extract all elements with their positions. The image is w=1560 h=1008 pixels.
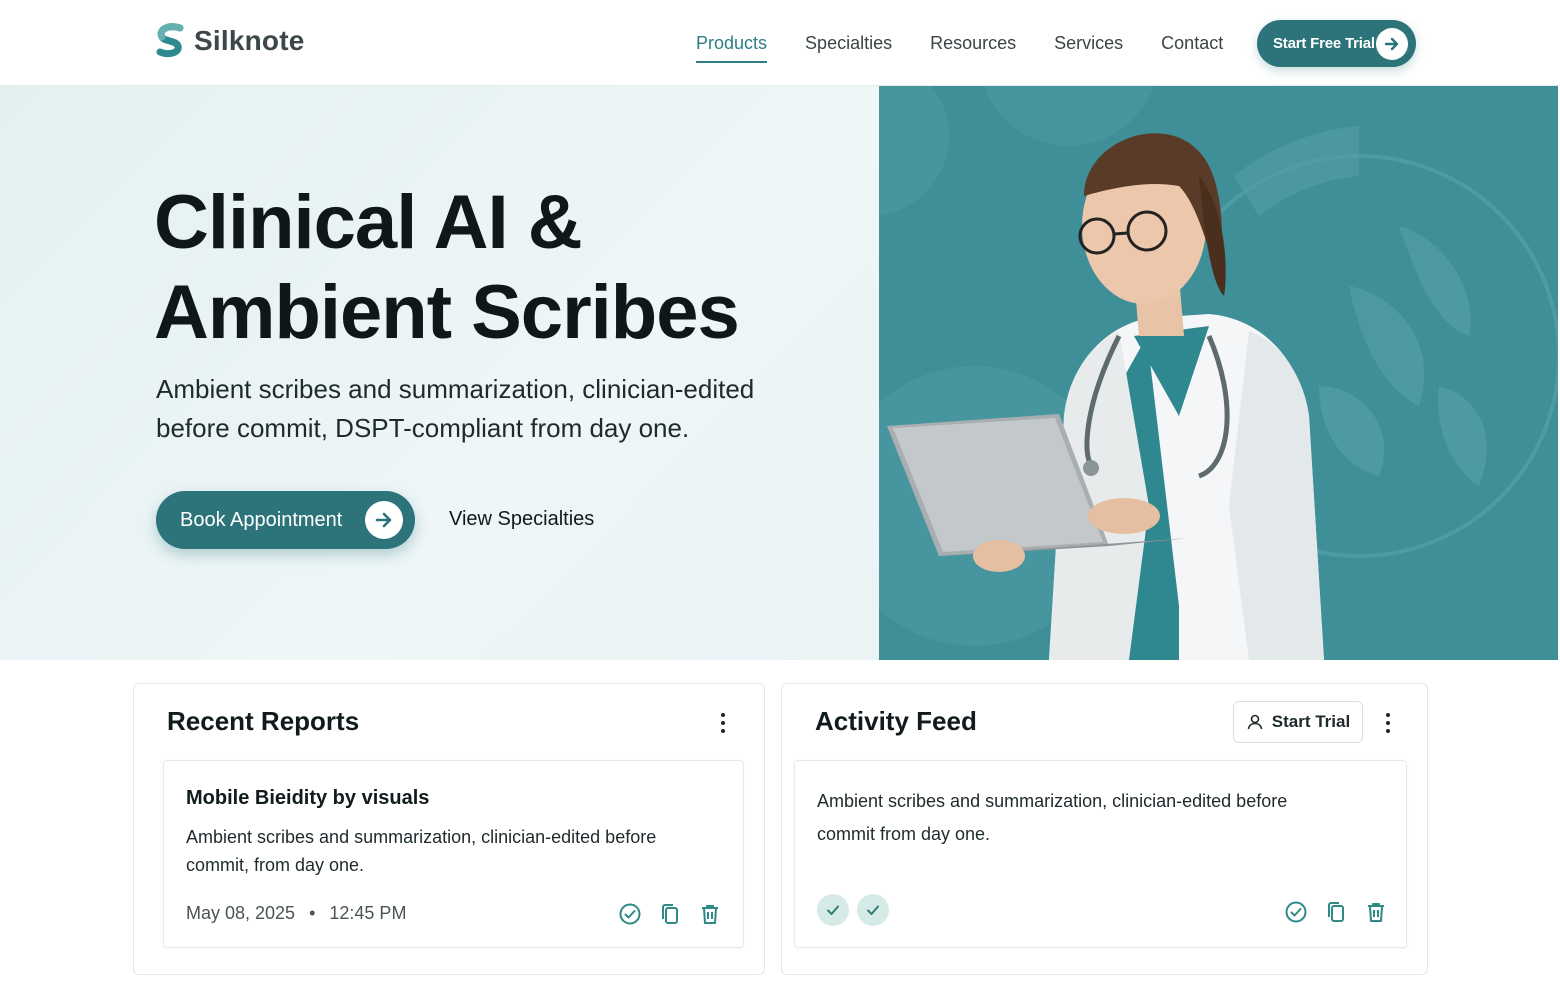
activity-feed-card: Activity Feed Start Trial Ambient scribe… <box>781 683 1428 975</box>
report-item-time: 12:45 PM <box>329 903 407 923</box>
doctor-with-laptop-illustration <box>879 86 1558 660</box>
check-icon <box>857 894 889 926</box>
activity-item-body: Ambient scribes and summarization, clini… <box>817 791 1288 844</box>
report-item-title: Mobile Bieidity by visuals <box>186 787 430 809</box>
report-list-item[interactable]: Mobile Bieidity by visuals Ambient scrib… <box>163 760 744 948</box>
activity-item-actions <box>1284 900 1388 924</box>
brand-name: Silknote <box>194 25 305 56</box>
start-free-trial-button[interactable]: Start Free Trial <box>1257 20 1416 67</box>
logo-mark-icon <box>156 23 184 58</box>
nav-item-products[interactable]: Products <box>696 0 768 86</box>
report-item-actions <box>618 902 722 926</box>
report-item-body: Ambient scribes and summarization, clini… <box>186 827 657 875</box>
arrow-right-icon <box>1376 28 1408 60</box>
activity-list-item[interactable]: Ambient scribes and summarization, clini… <box>794 760 1407 948</box>
copy-icon[interactable] <box>1324 900 1348 924</box>
trash-icon[interactable] <box>698 902 722 926</box>
book-appointment-button[interactable]: Book Appointment <box>156 491 415 549</box>
trash-icon[interactable] <box>1364 900 1388 924</box>
report-item-separator: • <box>309 903 316 923</box>
start-trial-button[interactable]: Start Trial <box>1233 701 1363 743</box>
nav-item-services[interactable]: Services <box>1054 0 1123 86</box>
nav-item-specialties[interactable]: Specialties <box>805 0 892 86</box>
activity-more-icon[interactable] <box>1378 710 1398 736</box>
hero-title-line2: Ambient Scribes <box>154 270 740 355</box>
recent-reports-title: Recent Reports <box>167 706 360 736</box>
hero-subtitle: Ambient scribes and summarization, clini… <box>156 374 755 443</box>
book-appointment-label: Book Appointment <box>180 508 343 531</box>
reports-more-icon[interactable] <box>713 710 733 736</box>
activity-feed-title: Activity Feed <box>815 706 977 736</box>
hero-title: Clinical AI & Ambient Scribes <box>154 178 740 358</box>
check-circle-icon[interactable] <box>1284 900 1308 924</box>
check-circle-icon[interactable] <box>618 902 642 926</box>
copy-icon[interactable] <box>658 902 682 926</box>
view-specialties-link[interactable]: View Specialties <box>449 508 594 531</box>
hero-image <box>879 86 1558 660</box>
user-icon <box>1247 714 1263 730</box>
brand-logo[interactable]: Silknote <box>154 22 305 60</box>
arrow-right-icon <box>365 501 403 539</box>
hero-title-line1: Clinical AI & <box>154 180 583 265</box>
main-nav: Products Specialties Resources Services … <box>696 0 1223 86</box>
recent-reports-card: Recent Reports Mobile Bieidity by visual… <box>133 683 765 975</box>
check-icon <box>817 894 849 926</box>
start-free-trial-label: Start Free Trial <box>1273 35 1375 52</box>
start-trial-label: Start Trial <box>1271 712 1351 731</box>
nav-item-contact[interactable]: Contact <box>1161 0 1223 86</box>
nav-item-resources[interactable]: Resources <box>930 0 1016 86</box>
site-header: Silknote Products Specialties Resources … <box>0 0 1560 86</box>
report-item-date: May 08, 2025 <box>186 903 296 923</box>
report-item-meta: May 08, 2025 • 12:45 PM <box>186 903 406 924</box>
